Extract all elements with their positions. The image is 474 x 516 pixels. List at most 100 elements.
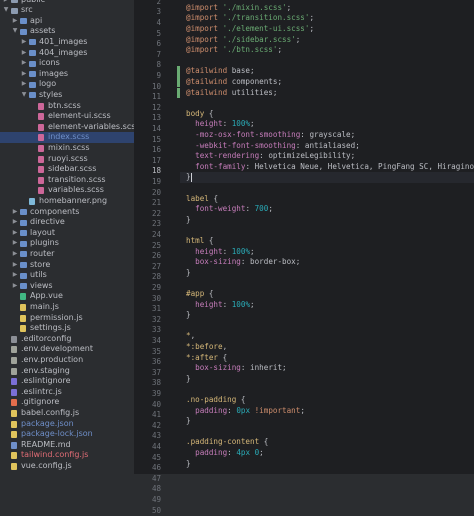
code-line[interactable]: box-sizing: inherit;: [186, 363, 287, 374]
code-line[interactable]: font-weight: 700;: [186, 204, 273, 215]
tree-file[interactable]: babel.config.js: [0, 408, 134, 419]
code-line[interactable]: *,: [186, 331, 195, 342]
tree-folder[interactable]: ▶router: [0, 249, 134, 260]
chevron-right-icon[interactable]: ▶: [12, 207, 18, 218]
chevron-right-icon[interactable]: ▶: [12, 238, 18, 249]
code-line[interactable]: #app {: [186, 289, 213, 300]
code-line[interactable]: }: [186, 374, 191, 385]
vcs-change-marker[interactable]: [177, 77, 180, 88]
tree-file[interactable]: mixin.scss: [0, 143, 134, 154]
code-line[interactable]: @tailwind components;: [186, 77, 282, 88]
tree-folder[interactable]: ▶plugins: [0, 238, 134, 249]
tree-file[interactable]: settings.js: [0, 323, 134, 334]
tree-file[interactable]: vue.config.js: [0, 461, 134, 472]
chevron-right-icon[interactable]: ▶: [12, 270, 18, 281]
code-editor[interactable]: @import './mixin.scss';@import './transi…: [180, 0, 474, 474]
code-line[interactable]: }: [186, 310, 191, 321]
tree-file[interactable]: element-variables.scss: [0, 122, 134, 133]
code-line[interactable]: *:before,: [186, 342, 227, 353]
code-line[interactable]: }: [186, 268, 191, 279]
chevron-right-icon[interactable]: ▶: [21, 58, 27, 69]
tree-file[interactable]: tailwind.config.js: [0, 450, 134, 461]
vcs-change-marker[interactable]: [177, 88, 180, 99]
code-line[interactable]: }: [186, 416, 191, 427]
code-line[interactable]: height: 100%;: [186, 247, 255, 258]
tree-file[interactable]: btn.scss: [0, 101, 134, 112]
chevron-right-icon[interactable]: ▶: [21, 37, 27, 48]
tree-file[interactable]: .env.staging: [0, 366, 134, 377]
code-line[interactable]: padding: 4px 0;: [186, 448, 264, 459]
code-line[interactable]: @import './sidebar.scss';: [186, 35, 300, 46]
code-line[interactable]: -webkit-font-smoothing: antialiased;: [186, 141, 360, 152]
code-line[interactable]: box-sizing: border-box;: [186, 257, 300, 268]
tree-folder[interactable]: ▶store: [0, 260, 134, 271]
tree-file[interactable]: variables.scss: [0, 185, 134, 196]
tree-folder[interactable]: ▶utils: [0, 270, 134, 281]
tree-file[interactable]: .env.development: [0, 344, 134, 355]
tree-file[interactable]: permission.js: [0, 313, 134, 324]
code-line[interactable]: html {: [186, 236, 213, 247]
tree-file[interactable]: .env.production: [0, 355, 134, 366]
tree-file[interactable]: .editorconfig: [0, 334, 134, 345]
chevron-down-icon[interactable]: ▼: [12, 26, 18, 37]
code-line[interactable]: .no-padding {: [186, 395, 245, 406]
tree-folder[interactable]: ▶icons: [0, 58, 134, 69]
vcs-change-marker[interactable]: [177, 66, 180, 77]
tree-file[interactable]: .gitignore: [0, 397, 134, 408]
code-line[interactable]: @import './mixin.scss';: [186, 3, 291, 14]
tree-file[interactable]: sidebar.scss: [0, 164, 134, 175]
tree-folder[interactable]: ▶api: [0, 16, 134, 27]
code-line[interactable]: body {: [186, 109, 213, 120]
chevron-right-icon[interactable]: ▶: [12, 217, 18, 228]
tree-folder[interactable]: ▶components: [0, 207, 134, 218]
tree-file[interactable]: transition.scss: [0, 175, 134, 186]
tree-file[interactable]: README.md: [0, 440, 134, 451]
code-line[interactable]: }: [186, 172, 192, 183]
code-line[interactable]: font-family: Helvetica Neue, Helvetica, …: [186, 162, 474, 173]
tree-file[interactable]: App.vue: [0, 291, 134, 302]
tree-folder[interactable]: ▶logo: [0, 79, 134, 90]
tree-file[interactable]: package-lock.json: [0, 429, 134, 440]
tree-file[interactable]: main.js: [0, 302, 134, 313]
chevron-right-icon[interactable]: ▶: [12, 260, 18, 271]
tree-file[interactable]: homebanner.png: [0, 196, 134, 207]
tree-file[interactable]: package.json: [0, 419, 134, 430]
chevron-right-icon[interactable]: ▶: [21, 79, 27, 90]
tree-folder[interactable]: ▶401_images: [0, 37, 134, 48]
code-line[interactable]: @import './element-ui.scss';: [186, 24, 314, 35]
chevron-right-icon[interactable]: ▶: [21, 69, 27, 80]
chevron-right-icon[interactable]: ▶: [12, 281, 18, 292]
tree-folder[interactable]: ▶views: [0, 281, 134, 292]
code-line[interactable]: height: 100%;: [186, 119, 255, 130]
tree-file[interactable]: .eslintignore: [0, 376, 134, 387]
code-line[interactable]: .padding-content {: [186, 437, 268, 448]
code-line[interactable]: *:after {: [186, 353, 227, 364]
chevron-right-icon[interactable]: ▶: [12, 228, 18, 239]
code-line[interactable]: -moz-osx-font-smoothing: grayscale;: [186, 130, 355, 141]
code-line[interactable]: @import './btn.scss';: [186, 45, 282, 56]
tree-folder[interactable]: ▼styles: [0, 90, 134, 101]
tree-folder[interactable]: ▶directive: [0, 217, 134, 228]
tree-file[interactable]: .eslintrc.js: [0, 387, 134, 398]
code-line[interactable]: label {: [186, 194, 218, 205]
code-line[interactable]: text-rendering: optimizeLegibility;: [186, 151, 355, 162]
tree-folder[interactable]: ▼src: [0, 5, 134, 16]
tree-file[interactable]: ruoyi.scss: [0, 154, 134, 165]
code-line[interactable]: @tailwind utilities;: [186, 88, 277, 99]
chevron-down-icon[interactable]: ▼: [21, 90, 27, 101]
chevron-right-icon[interactable]: ▶: [21, 48, 27, 59]
code-line[interactable]: }: [186, 215, 191, 226]
code-line[interactable]: @tailwind base;: [186, 66, 255, 77]
code-line[interactable]: padding: 0px !important;: [186, 406, 305, 417]
chevron-right-icon[interactable]: ▶: [12, 249, 18, 260]
chevron-right-icon[interactable]: ▶: [12, 16, 18, 27]
chevron-down-icon[interactable]: ▼: [3, 5, 9, 16]
tree-file[interactable]: element-ui.scss: [0, 111, 134, 122]
tree-file[interactable]: index.scss: [0, 132, 134, 143]
tree-folder[interactable]: ▼assets: [0, 26, 134, 37]
code-line[interactable]: height: 100%;: [186, 300, 255, 311]
tree-folder[interactable]: ▶layout: [0, 228, 134, 239]
code-line[interactable]: }: [186, 459, 191, 470]
tree-folder[interactable]: ▶images: [0, 69, 134, 80]
tree-folder[interactable]: ▶404_images: [0, 48, 134, 59]
